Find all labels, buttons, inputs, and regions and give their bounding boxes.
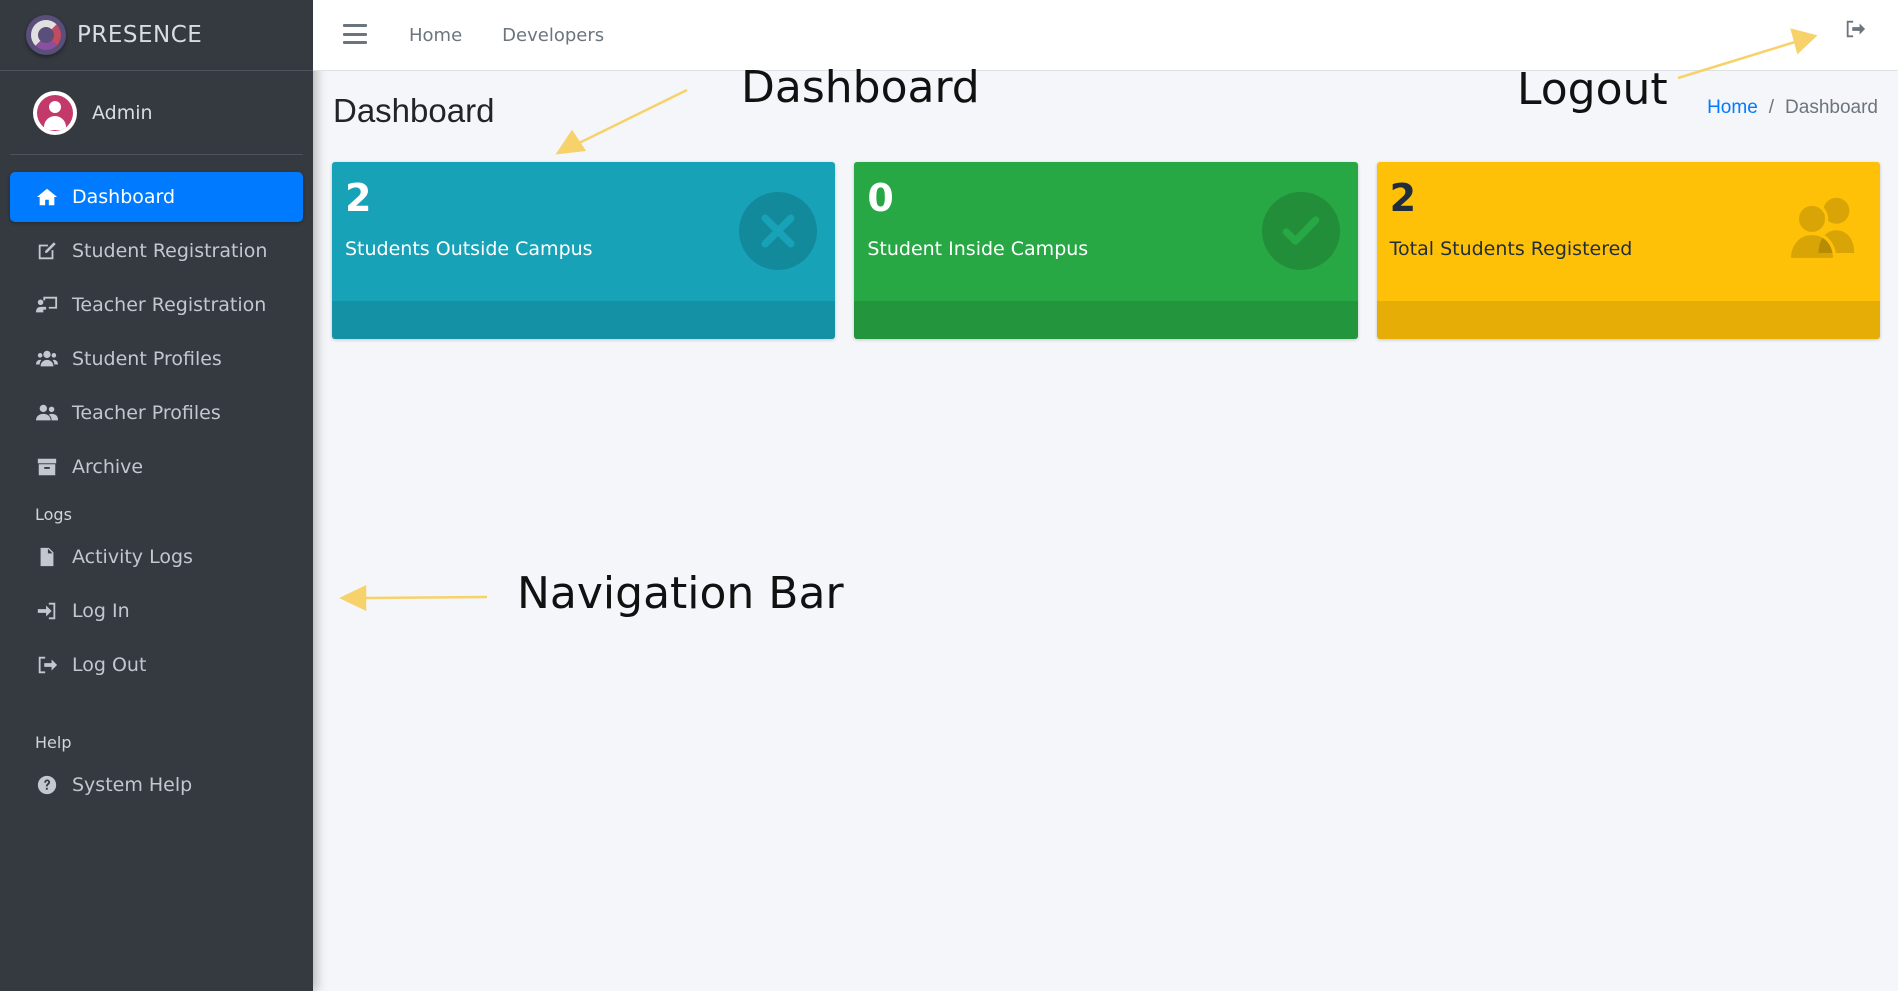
sidebar-item-label: Student Registration: [72, 240, 268, 262]
nav-header-help: Help: [35, 732, 72, 752]
sidebar-item-system-help[interactable]: System Help: [10, 760, 303, 810]
top-navbar: Home Developers: [313, 0, 1898, 71]
edit-icon: [34, 240, 60, 262]
file-icon: [34, 546, 60, 568]
annotation-navigation-bar: Navigation Bar: [517, 568, 844, 619]
times-circle-icon: [739, 192, 818, 270]
sidebar-item-log-in[interactable]: Log In: [10, 586, 303, 636]
check-circle-icon: [1261, 192, 1340, 270]
sidebar-item-log-out[interactable]: Log Out: [10, 640, 303, 690]
sidebar-item-label: Log Out: [72, 654, 147, 676]
nav-header-logs: Logs: [35, 504, 72, 524]
sign-in-icon: [34, 600, 60, 622]
brand-logo-icon: [26, 15, 66, 55]
stat-cards: 2 Students Outside Campus 0 Student Insi…: [332, 162, 1880, 339]
top-link-home[interactable]: Home: [409, 25, 462, 46]
top-link-developers[interactable]: Developers: [502, 25, 604, 46]
avatar-icon: [33, 90, 77, 135]
card-students-outside[interactable]: 2 Students Outside Campus: [332, 162, 836, 339]
user-name: Admin: [92, 101, 153, 124]
breadcrumb-separator: /: [1768, 97, 1775, 118]
card-total-students[interactable]: 2 Total Students Registered: [1376, 162, 1880, 339]
logout-button[interactable]: [1844, 18, 1868, 42]
sidebar-item-label: Teacher Registration: [72, 294, 267, 316]
sidebar-item-dashboard[interactable]: Dashboard: [10, 172, 303, 222]
brand-name: PRESENCE: [77, 22, 203, 48]
breadcrumb-current: Dashboard: [1785, 97, 1878, 118]
archive-icon: [34, 456, 60, 478]
breadcrumb-home[interactable]: Home: [1707, 97, 1758, 119]
sign-out-icon: [1844, 20, 1866, 44]
sidebar-item-activity-logs[interactable]: Activity Logs: [10, 532, 303, 582]
hamburger-menu-icon[interactable]: [343, 24, 367, 44]
nav-spacer: [10, 694, 303, 724]
sidebar-item-teacher-registration[interactable]: Teacher Registration: [10, 280, 303, 330]
annotation-logout: Logout: [1517, 64, 1668, 115]
sidebar-item-label: Archive: [72, 456, 144, 478]
sidebar-item-teacher-profiles[interactable]: Teacher Profiles: [10, 388, 303, 438]
sidebar-item-label: Student Profiles: [72, 348, 222, 370]
sign-out-icon: [34, 654, 60, 676]
user-panel[interactable]: Admin: [10, 71, 303, 155]
sidebar-item-student-profiles[interactable]: Student Profiles: [10, 334, 303, 384]
sidebar-item-archive[interactable]: Archive: [10, 442, 303, 492]
home-icon: [34, 186, 60, 208]
breadcrumb: Home / Dashboard: [1707, 97, 1878, 119]
users-icon: [34, 348, 60, 370]
annotation-dashboard: Dashboard: [741, 62, 980, 113]
card-footer: [854, 301, 1358, 339]
sidebar-item-label: System Help: [72, 774, 193, 796]
sidebar: PRESENCE Admin Dashboard Student Registr…: [0, 0, 313, 991]
user-friends-icon: [34, 402, 60, 424]
sidebar-item-label: Teacher Profiles: [72, 402, 221, 424]
sidebar-item-label: Dashboard: [72, 186, 176, 208]
brand[interactable]: PRESENCE: [0, 0, 313, 71]
sidebar-nav: Dashboard Student Registration Teacher R…: [0, 172, 313, 810]
users-icon: [1786, 194, 1864, 264]
question-circle-icon: [34, 774, 60, 796]
sidebar-item-label: Activity Logs: [72, 546, 193, 568]
card-footer: [332, 301, 836, 339]
sidebar-item-student-registration[interactable]: Student Registration: [10, 226, 303, 276]
sidebar-item-label: Log In: [72, 600, 130, 622]
card-footer: [1376, 301, 1880, 339]
chalkboard-teacher-icon: [34, 294, 60, 316]
card-students-inside[interactable]: 0 Student Inside Campus: [854, 162, 1358, 339]
page-title: Dashboard: [333, 92, 495, 129]
